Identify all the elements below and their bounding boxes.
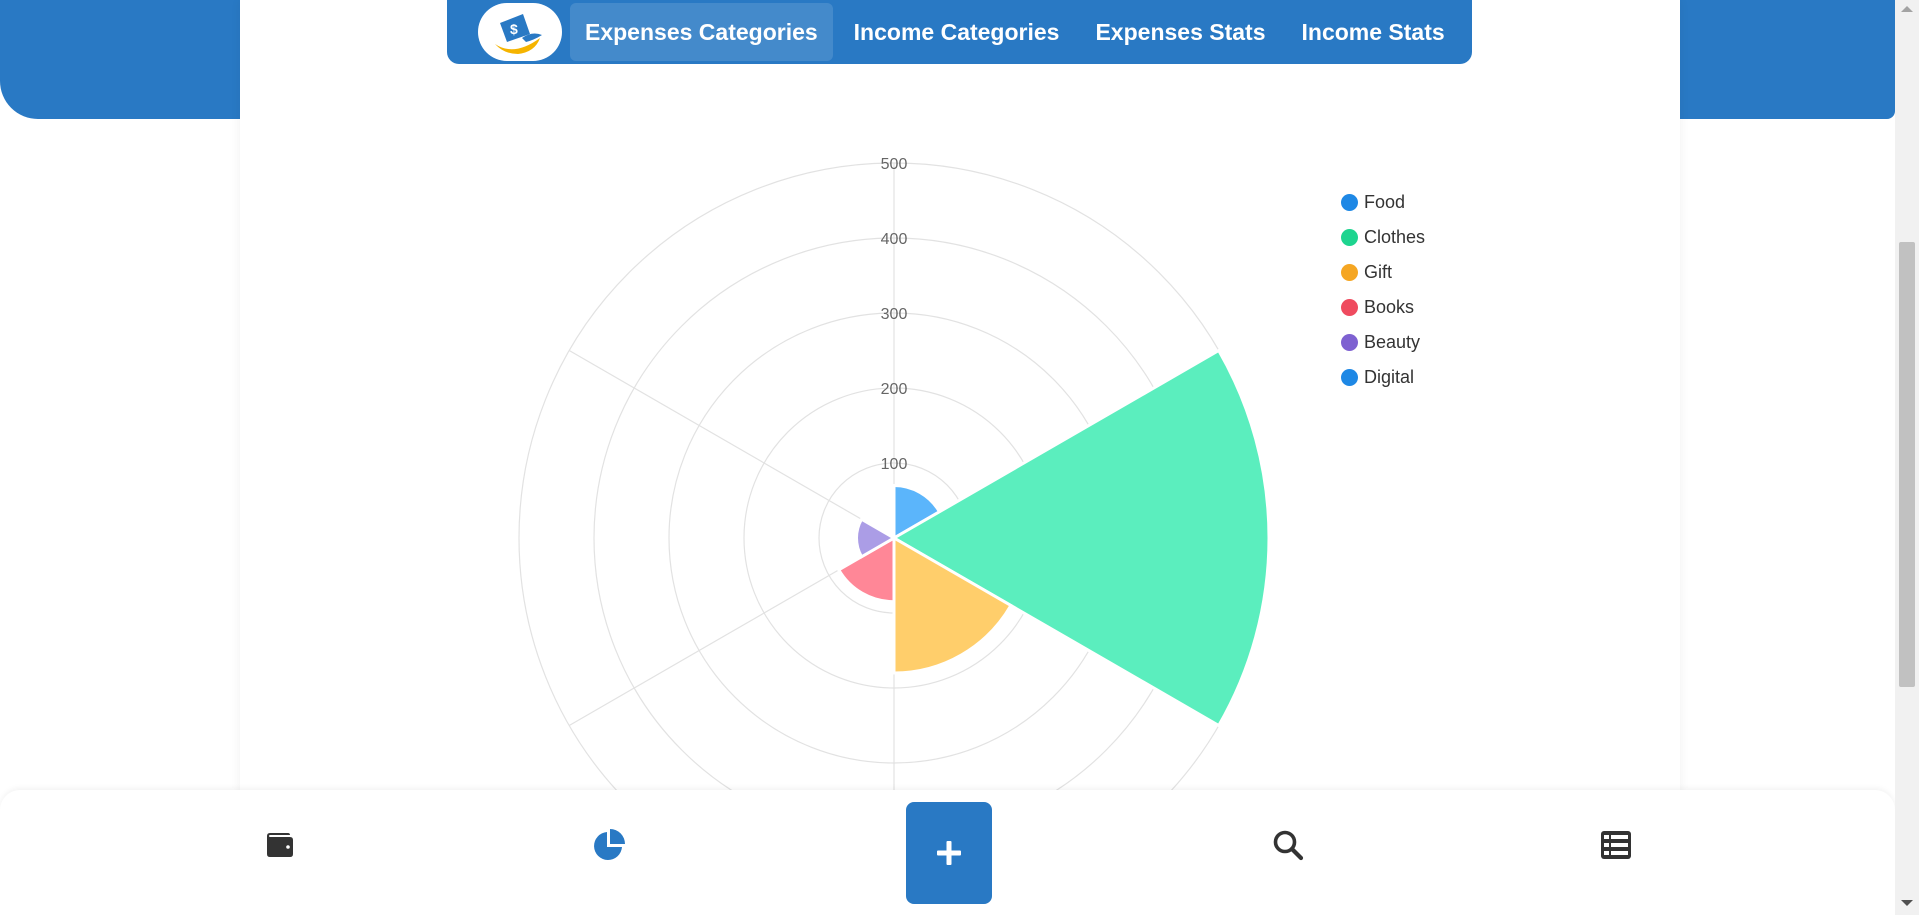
polar-segment-clothes[interactable] — [890, 348, 1271, 728]
wallet-icon — [267, 833, 293, 857]
nav-search-button[interactable] — [1263, 820, 1313, 870]
legend-swatch — [1341, 264, 1358, 281]
scroll-down-arrow-icon[interactable] — [1901, 900, 1913, 906]
vertical-scrollbar[interactable] — [1895, 0, 1919, 915]
legend-label: Digital — [1364, 367, 1415, 387]
legend-swatch — [1341, 299, 1358, 316]
legend-item-gift[interactable]: Gift — [1341, 255, 1425, 290]
r-tick-label: 400 — [881, 231, 908, 248]
grid-spoke — [568, 349, 895, 539]
legend-item-food[interactable]: Food — [1341, 185, 1425, 220]
nav-charts-button[interactable] — [584, 820, 634, 870]
r-tick-label: 500 — [881, 156, 908, 173]
legend-label: Gift — [1364, 262, 1393, 282]
nav-list-button[interactable] — [1591, 820, 1641, 870]
legend-label: Clothes — [1364, 227, 1426, 247]
legend-label: Food — [1364, 192, 1406, 212]
legend-item-digital[interactable]: Digital — [1341, 360, 1425, 395]
polar-area-chart: 100 200 300 400 500 — [518, 156, 1271, 790]
legend-item-beauty[interactable]: Beauty — [1341, 325, 1425, 360]
list-icon — [1601, 831, 1631, 859]
nav-wallet-button[interactable] — [254, 820, 304, 870]
search-icon — [1273, 830, 1304, 861]
legend-swatch — [1341, 334, 1358, 351]
legend-label: Beauty — [1364, 332, 1421, 352]
add-transaction-button[interactable] — [906, 802, 992, 904]
bottom-navigation — [0, 790, 1895, 915]
scroll-up-arrow-icon[interactable] — [1901, 6, 1913, 12]
r-tick-label: 200 — [881, 381, 908, 398]
legend-swatch — [1341, 194, 1358, 211]
scrollbar-thumb[interactable] — [1899, 242, 1915, 687]
legend-item-books[interactable]: Books — [1341, 290, 1425, 325]
legend-swatch — [1341, 369, 1358, 386]
legend-label: Books — [1364, 297, 1415, 317]
pie-chart-icon — [594, 829, 625, 860]
r-tick-label: 300 — [881, 306, 908, 323]
r-tick-label: 100 — [881, 456, 908, 473]
legend-swatch — [1341, 229, 1358, 246]
chart-legend: Food Clothes Gift Books Beauty Digital — [1341, 185, 1425, 395]
legend-item-clothes[interactable]: Clothes — [1341, 220, 1425, 255]
plus-icon — [937, 841, 961, 865]
